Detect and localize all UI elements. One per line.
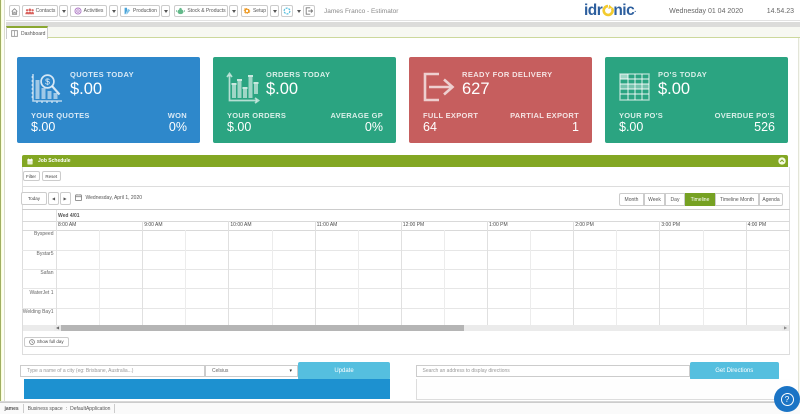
svg-text:$: $ [45,77,50,87]
